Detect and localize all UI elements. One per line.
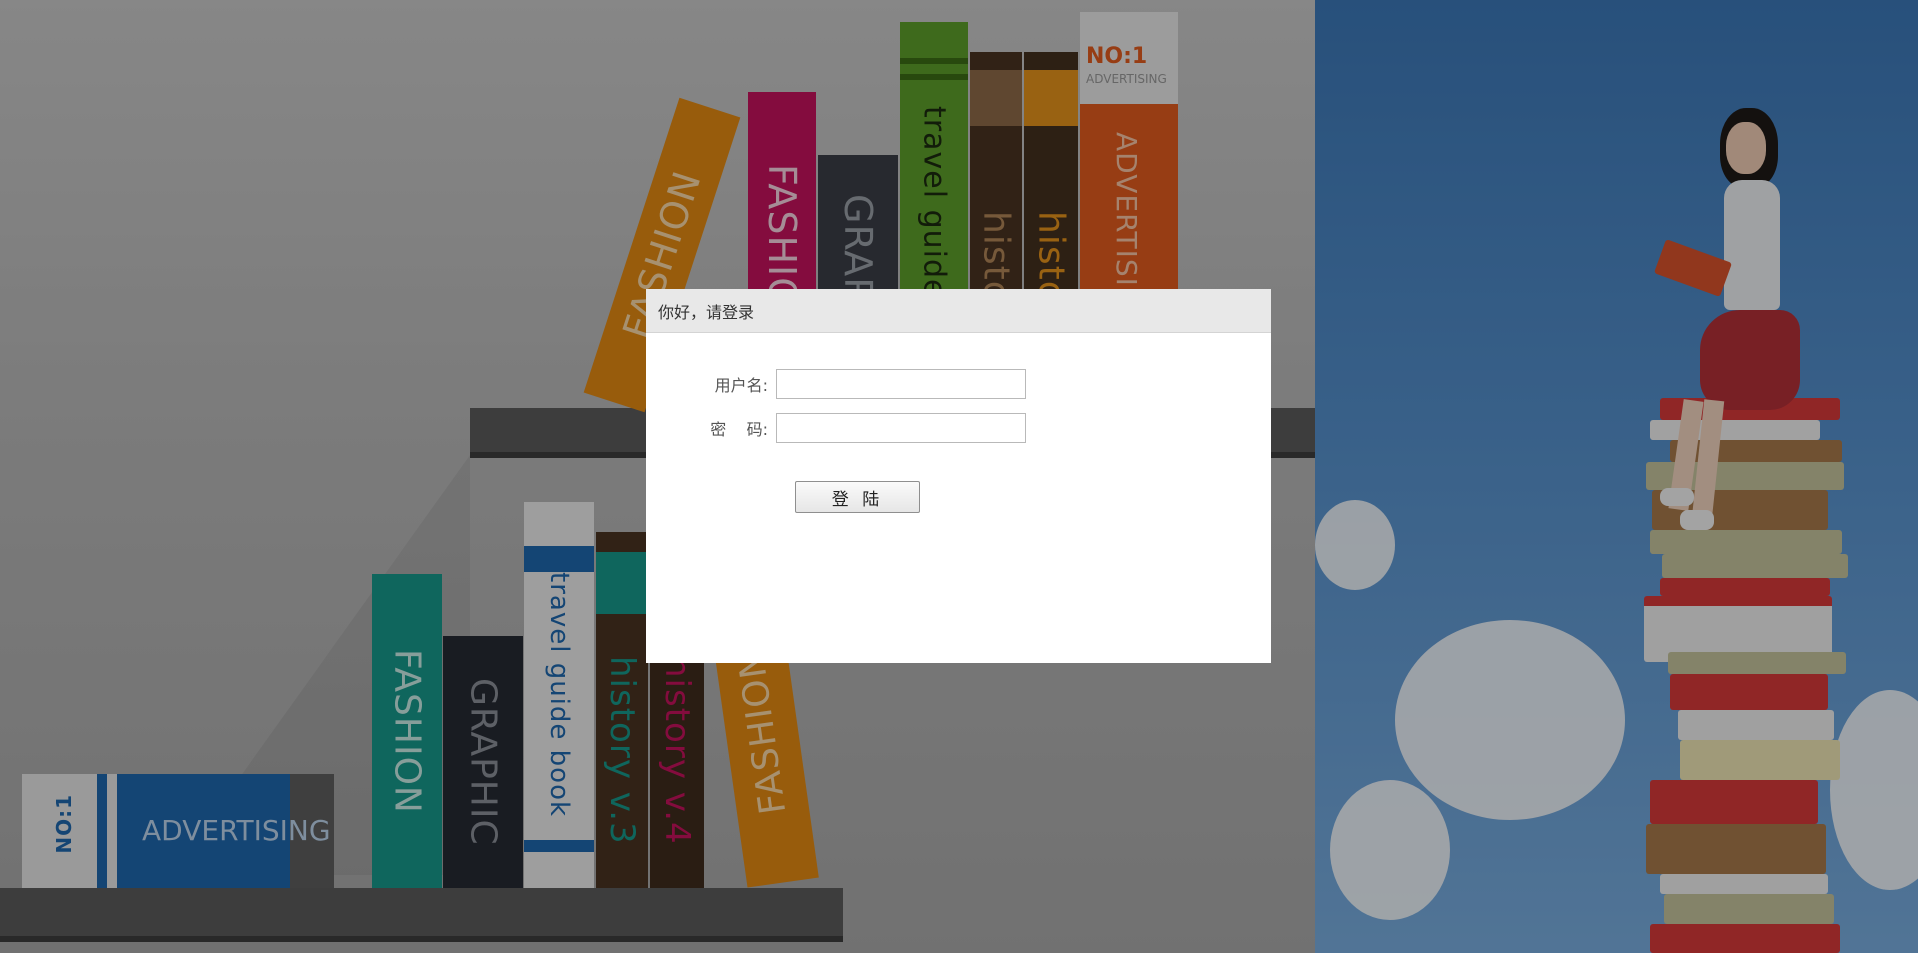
password-input[interactable] xyxy=(776,413,1026,443)
password-row: 密 码: xyxy=(706,413,1026,443)
login-button[interactable]: 登 陆 xyxy=(795,481,920,513)
dialog-title: 你好，请登录 xyxy=(658,302,755,322)
username-input[interactable] xyxy=(776,369,1026,399)
password-label: 密 码: xyxy=(710,420,768,439)
username-label: 用户名: xyxy=(714,376,768,395)
login-dialog: 你好，请登录 用户名: 密 码: 登 陆 xyxy=(646,289,1271,663)
dialog-header: 你好，请登录 xyxy=(646,289,1271,333)
username-row: 用户名: xyxy=(706,369,1026,399)
